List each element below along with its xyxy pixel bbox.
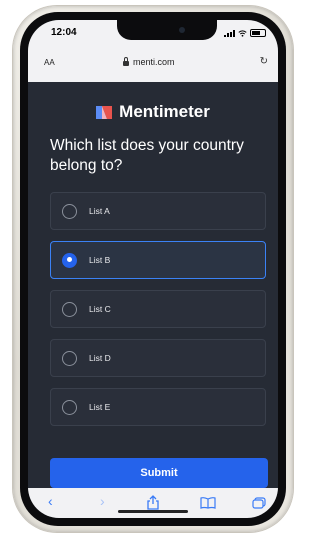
share-icon[interactable] <box>147 495 159 510</box>
status-icons <box>224 29 266 37</box>
signal-icon <box>224 29 235 37</box>
brand: Mentimeter <box>28 102 278 122</box>
option-list-c[interactable]: List C <box>50 290 266 328</box>
radio-checked-icon[interactable] <box>62 252 77 268</box>
forward-icon[interactable]: › <box>100 493 105 509</box>
front-camera-icon <box>179 27 185 33</box>
poll-question: Which list does your country belong to? <box>50 137 244 174</box>
phone-screen: 12:04 AA menti.com ↻ Mentimeter Which li… <box>28 20 278 518</box>
back-icon[interactable]: ‹ <box>48 493 53 509</box>
option-list-e[interactable]: List E <box>50 388 266 426</box>
radio-icon[interactable] <box>62 399 77 415</box>
option-list-d[interactable]: List D <box>50 339 266 377</box>
radio-icon[interactable] <box>62 203 77 219</box>
safari-toolbar: ‹ › <box>28 488 278 518</box>
text-size-button[interactable]: AA <box>44 58 55 67</box>
home-indicator <box>118 510 188 513</box>
notch <box>117 20 217 40</box>
wifi-icon <box>238 29 247 37</box>
mentimeter-logo-icon <box>96 105 113 119</box>
address-bar[interactable]: menti.com <box>123 57 175 67</box>
bookmarks-icon[interactable] <box>200 497 216 509</box>
radio-icon[interactable] <box>62 350 77 366</box>
url-text: menti.com <box>133 57 175 67</box>
submit-button[interactable]: Submit <box>50 458 268 488</box>
lock-icon <box>123 57 129 66</box>
status-time: 12:04 <box>51 27 77 38</box>
option-label: List E <box>89 402 111 412</box>
poll-content: Mentimeter Which list does your country … <box>28 82 278 496</box>
option-label: List C <box>89 304 111 314</box>
battery-icon <box>250 29 266 37</box>
reload-icon[interactable]: ↻ <box>260 56 268 67</box>
tabs-icon[interactable] <box>252 497 266 509</box>
option-label: List A <box>89 206 110 216</box>
option-list-a[interactable]: List A <box>50 192 266 230</box>
option-label: List B <box>89 255 111 265</box>
option-label: List D <box>89 353 111 363</box>
brand-name: Mentimeter <box>119 102 210 121</box>
radio-icon[interactable] <box>62 301 77 317</box>
option-list-b[interactable]: List B <box>50 241 266 279</box>
